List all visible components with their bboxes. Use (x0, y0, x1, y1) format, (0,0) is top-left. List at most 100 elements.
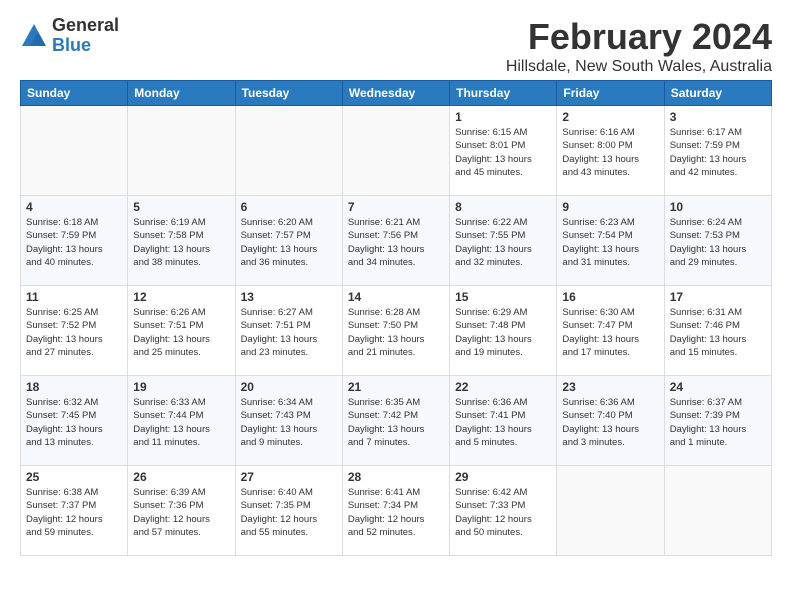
day-number: 5 (133, 200, 229, 214)
day-number: 17 (670, 290, 766, 304)
day-number: 11 (26, 290, 122, 304)
header-thursday: Thursday (450, 81, 557, 106)
day-info: Sunrise: 6:24 AMSunset: 7:53 PMDaylight:… (670, 216, 766, 269)
day-number: 3 (670, 110, 766, 124)
day-info: Sunrise: 6:18 AMSunset: 7:59 PMDaylight:… (26, 216, 122, 269)
day-number: 25 (26, 470, 122, 484)
day-info: Sunrise: 6:33 AMSunset: 7:44 PMDaylight:… (133, 396, 229, 449)
day-number: 19 (133, 380, 229, 394)
logo-icon (20, 22, 48, 50)
logo-general: General (52, 16, 119, 36)
logo-blue: Blue (52, 36, 119, 56)
day-info: Sunrise: 6:16 AMSunset: 8:00 PMDaylight:… (562, 126, 658, 179)
calendar-cell: 8 Sunrise: 6:22 AMSunset: 7:55 PMDaylight… (450, 196, 557, 286)
header-saturday: Saturday (664, 81, 771, 106)
day-number: 23 (562, 380, 658, 394)
header-friday: Friday (557, 81, 664, 106)
calendar-header-row: SundayMondayTuesdayWednesdayThursdayFrid… (21, 81, 772, 106)
day-info: Sunrise: 6:27 AMSunset: 7:51 PMDaylight:… (241, 306, 337, 359)
calendar-cell: 15 Sunrise: 6:29 AMSunset: 7:48 PMDayligh… (450, 286, 557, 376)
calendar-cell (664, 466, 771, 556)
calendar-cell: 2 Sunrise: 6:16 AMSunset: 8:00 PMDaylight… (557, 106, 664, 196)
day-number: 12 (133, 290, 229, 304)
day-info: Sunrise: 6:29 AMSunset: 7:48 PMDaylight:… (455, 306, 551, 359)
calendar-cell: 1Sunrise: 6:15 AMSunset: 8:01 PMDaylight… (450, 106, 557, 196)
calendar-cell (235, 106, 342, 196)
calendar-cell: 11 Sunrise: 6:25 AMSunset: 7:52 PMDayligh… (21, 286, 128, 376)
calendar-table: SundayMondayTuesdayWednesdayThursdayFrid… (20, 80, 772, 556)
day-info: Sunrise: 6:23 AMSunset: 7:54 PMDaylight:… (562, 216, 658, 269)
day-number: 16 (562, 290, 658, 304)
day-info: Sunrise: 6:21 AMSunset: 7:56 PMDaylight:… (348, 216, 444, 269)
logo: General Blue (20, 16, 119, 56)
calendar-week-3: 18 Sunrise: 6:32 AMSunset: 7:45 PMDayligh… (21, 376, 772, 466)
day-number: 26 (133, 470, 229, 484)
calendar-cell (128, 106, 235, 196)
day-number: 22 (455, 380, 551, 394)
location-title: Hillsdale, New South Wales, Australia (506, 58, 772, 76)
calendar-cell: 10 Sunrise: 6:24 AMSunset: 7:53 PMDayligh… (664, 196, 771, 286)
calendar-week-1: 4 Sunrise: 6:18 AMSunset: 7:59 PMDaylight… (21, 196, 772, 286)
calendar-cell: 22 Sunrise: 6:36 AMSunset: 7:41 PMDayligh… (450, 376, 557, 466)
calendar-cell: 20 Sunrise: 6:34 AMSunset: 7:43 PMDayligh… (235, 376, 342, 466)
day-info: Sunrise: 6:31 AMSunset: 7:46 PMDaylight:… (670, 306, 766, 359)
calendar-cell: 21Sunrise: 6:35 AMSunset: 7:42 PMDayligh… (342, 376, 449, 466)
header-sunday: Sunday (21, 81, 128, 106)
calendar-cell: 13 Sunrise: 6:27 AMSunset: 7:51 PMDayligh… (235, 286, 342, 376)
calendar-cell: 5Sunrise: 6:19 AMSunset: 7:58 PMDaylight… (128, 196, 235, 286)
calendar-cell: 12Sunrise: 6:26 AMSunset: 7:51 PMDayligh… (128, 286, 235, 376)
day-info: Sunrise: 6:36 AMSunset: 7:40 PMDaylight:… (562, 396, 658, 449)
calendar-cell: 26 Sunrise: 6:39 AMSunset: 7:36 PMDayligh… (128, 466, 235, 556)
calendar-week-0: 1Sunrise: 6:15 AMSunset: 8:01 PMDaylight… (21, 106, 772, 196)
day-number: 13 (241, 290, 337, 304)
calendar-cell (342, 106, 449, 196)
day-number: 2 (562, 110, 658, 124)
day-info: Sunrise: 6:20 AMSunset: 7:57 PMDaylight:… (241, 216, 337, 269)
day-number: 9 (562, 200, 658, 214)
day-number: 28 (348, 470, 444, 484)
day-number: 21 (348, 380, 444, 394)
day-number: 6 (241, 200, 337, 214)
calendar-cell: 29 Sunrise: 6:42 AMSunset: 7:33 PMDayligh… (450, 466, 557, 556)
calendar-cell (21, 106, 128, 196)
day-info: Sunrise: 6:41 AMSunset: 7:34 PMDaylight:… (348, 486, 444, 539)
day-info: Sunrise: 6:34 AMSunset: 7:43 PMDaylight:… (241, 396, 337, 449)
day-info: Sunrise: 6:30 AMSunset: 7:47 PMDaylight:… (562, 306, 658, 359)
day-number: 15 (455, 290, 551, 304)
day-number: 27 (241, 470, 337, 484)
day-number: 24 (670, 380, 766, 394)
header-monday: Monday (128, 81, 235, 106)
calendar-week-2: 11 Sunrise: 6:25 AMSunset: 7:52 PMDayligh… (21, 286, 772, 376)
calendar-cell: 28 Sunrise: 6:41 AMSunset: 7:34 PMDayligh… (342, 466, 449, 556)
calendar-cell: 17 Sunrise: 6:31 AMSunset: 7:46 PMDayligh… (664, 286, 771, 376)
day-info: Sunrise: 6:39 AMSunset: 7:36 PMDaylight:… (133, 486, 229, 539)
calendar-cell: 6 Sunrise: 6:20 AMSunset: 7:57 PMDaylight… (235, 196, 342, 286)
day-number: 4 (26, 200, 122, 214)
day-info: Sunrise: 6:40 AMSunset: 7:35 PMDaylight:… (241, 486, 337, 539)
day-info: Sunrise: 6:28 AMSunset: 7:50 PMDaylight:… (348, 306, 444, 359)
day-info: Sunrise: 6:22 AMSunset: 7:55 PMDaylight:… (455, 216, 551, 269)
day-info: Sunrise: 6:36 AMSunset: 7:41 PMDaylight:… (455, 396, 551, 449)
calendar-cell: 14Sunrise: 6:28 AMSunset: 7:50 PMDayligh… (342, 286, 449, 376)
month-title: February 2024 (506, 16, 772, 58)
calendar-cell: 19 Sunrise: 6:33 AMSunset: 7:44 PMDayligh… (128, 376, 235, 466)
header-wednesday: Wednesday (342, 81, 449, 106)
calendar-cell: 18 Sunrise: 6:32 AMSunset: 7:45 PMDayligh… (21, 376, 128, 466)
day-info: Sunrise: 6:17 AMSunset: 7:59 PMDaylight:… (670, 126, 766, 179)
day-info: Sunrise: 6:32 AMSunset: 7:45 PMDaylight:… (26, 396, 122, 449)
day-number: 8 (455, 200, 551, 214)
day-info: Sunrise: 6:25 AMSunset: 7:52 PMDaylight:… (26, 306, 122, 359)
day-info: Sunrise: 6:42 AMSunset: 7:33 PMDaylight:… (455, 486, 551, 539)
calendar-cell: 7Sunrise: 6:21 AMSunset: 7:56 PMDaylight… (342, 196, 449, 286)
day-number: 18 (26, 380, 122, 394)
header-tuesday: Tuesday (235, 81, 342, 106)
day-number: 20 (241, 380, 337, 394)
calendar-cell: 25Sunrise: 6:38 AMSunset: 7:37 PMDayligh… (21, 466, 128, 556)
day-number: 29 (455, 470, 551, 484)
logo-text: General Blue (52, 16, 119, 56)
day-info: Sunrise: 6:15 AMSunset: 8:01 PMDaylight:… (455, 126, 551, 179)
page-header: General Blue February 2024 Hillsdale, Ne… (20, 16, 772, 76)
day-number: 10 (670, 200, 766, 214)
calendar-week-4: 25Sunrise: 6:38 AMSunset: 7:37 PMDayligh… (21, 466, 772, 556)
title-area: February 2024 Hillsdale, New South Wales… (506, 16, 772, 76)
